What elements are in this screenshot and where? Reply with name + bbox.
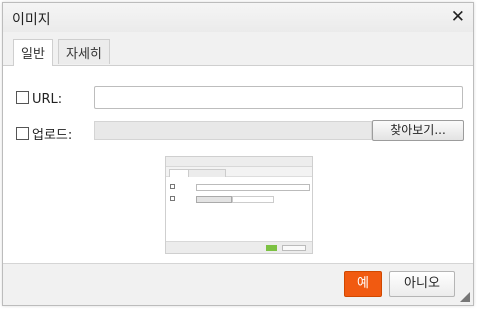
yes-button[interactable]: 예	[344, 271, 382, 297]
browse-button[interactable]: 찾아보기...	[372, 120, 464, 141]
preview-checkbox-1	[170, 184, 175, 189]
preview-tab-1	[169, 169, 189, 177]
dialog-titlebar[interactable]: 이미지 ✕	[3, 3, 473, 33]
preview-file-field	[232, 196, 274, 203]
dialog-title: 이미지	[12, 12, 51, 28]
close-icon[interactable]: ✕	[451, 6, 465, 28]
preview-file-button	[196, 196, 232, 203]
tab-general[interactable]: 일반	[13, 39, 53, 66]
url-label: URL:	[32, 92, 63, 107]
preview-ok-button	[266, 245, 277, 251]
dialog-footer: 예 아니오	[3, 263, 473, 305]
image-preview	[165, 156, 313, 254]
upload-row: 업로드:	[16, 124, 72, 143]
no-button[interactable]: 아니오	[389, 271, 455, 297]
upload-label: 업로드:	[32, 128, 73, 143]
tab-details[interactable]: 자세히	[58, 39, 110, 64]
url-checkbox[interactable]	[16, 91, 29, 104]
preview-tabs	[166, 167, 312, 177]
preview-checkbox-2	[170, 196, 175, 201]
tab-bar: 일반 자세히	[3, 32, 473, 66]
preview-titlebar	[166, 157, 312, 167]
preview-tab-2	[188, 169, 226, 177]
file-path-field[interactable]	[94, 121, 372, 140]
url-row: URL:	[16, 91, 62, 107]
url-input[interactable]	[94, 86, 463, 109]
preview-footer	[166, 241, 312, 253]
image-dialog: 이미지 ✕ 일반 자세히 URL: 업로드: 찾아보기... 예 아니오	[2, 2, 474, 306]
preview-input	[196, 184, 310, 191]
preview-cancel-button	[282, 245, 306, 251]
resize-handle-icon[interactable]	[460, 292, 470, 302]
upload-checkbox[interactable]	[16, 127, 29, 140]
